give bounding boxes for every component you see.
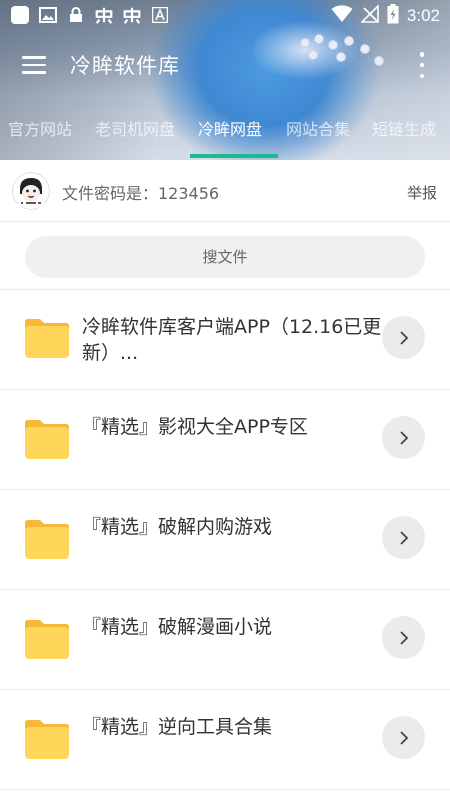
open-folder-button[interactable] — [382, 616, 425, 659]
avatar — [12, 172, 50, 210]
open-folder-button[interactable] — [382, 416, 425, 459]
list-item[interactable]: 『精选』破解漫画小说 — [0, 590, 450, 690]
toolbar: 冷眸软件库 — [0, 30, 450, 100]
lock-icon — [66, 5, 86, 25]
file-name: 冷眸软件库客户端APP（12.16已更新）... — [82, 316, 382, 364]
list-item[interactable]: 『精选』逆向工具合集 — [0, 690, 450, 790]
search-input[interactable]: 搜文件 — [25, 236, 425, 278]
no-signal-icon — [359, 4, 379, 27]
tab-website-collection[interactable]: 网站合集 — [286, 118, 350, 154]
chevron-right-icon — [399, 430, 408, 445]
tab-bar: 官方网站 老司机网盘 冷眸网盘 网站合集 短链生成 — [0, 112, 450, 160]
font-icon — [150, 5, 170, 25]
list-item[interactable]: 『精选』影视大全APP专区 — [0, 390, 450, 490]
file-name: 『精选』破解内购游戏 — [82, 516, 273, 538]
folder-icon — [25, 520, 69, 559]
wifi-icon — [331, 5, 353, 27]
tab-lengmou-netdisk[interactable]: 冷眸网盘 — [198, 118, 262, 154]
clock-time: 3:02 — [406, 6, 440, 25]
open-folder-button[interactable] — [382, 316, 425, 359]
folder-icon — [25, 420, 69, 459]
search-section: 搜文件 — [0, 222, 450, 290]
folder-icon — [25, 620, 69, 659]
app-icon — [10, 5, 30, 25]
open-folder-button[interactable] — [382, 516, 425, 559]
file-name: 『精选』影视大全APP专区 — [82, 416, 308, 438]
chevron-right-icon — [399, 330, 408, 345]
report-button[interactable]: 举报 — [407, 182, 437, 203]
file-password-text: 文件密码是：123456 — [62, 184, 220, 203]
file-list: 冷眸软件库客户端APP（12.16已更新）... 『精选』影视大全APP专区 『… — [0, 290, 450, 790]
tab-indicator — [190, 154, 278, 158]
chevron-right-icon — [399, 630, 408, 645]
folder-icon — [25, 720, 69, 759]
file-name: 『精选』破解漫画小说 — [82, 616, 273, 638]
menu-icon[interactable] — [18, 49, 50, 81]
app-title: 冷眸软件库 — [70, 54, 180, 78]
open-folder-button[interactable] — [382, 716, 425, 759]
tab-official-website[interactable]: 官方网站 — [8, 118, 72, 154]
image-icon — [38, 5, 58, 25]
tab-short-link[interactable]: 短链生成 — [372, 118, 436, 154]
status-bar: 3:02 — [0, 0, 450, 30]
notification-icon — [94, 5, 114, 25]
chevron-right-icon — [399, 530, 408, 545]
more-options-icon[interactable] — [416, 52, 428, 78]
chevron-right-icon — [399, 730, 408, 745]
folder-icon — [25, 319, 69, 358]
tab-driver-netdisk[interactable]: 老司机网盘 — [95, 118, 175, 154]
notification-icon — [122, 5, 142, 25]
file-name: 『精选』逆向工具合集 — [82, 716, 273, 738]
battery-charging-icon — [387, 4, 399, 28]
password-row: 文件密码是：123456 举报 — [0, 160, 450, 222]
list-item[interactable]: 『精选』破解内购游戏 — [0, 490, 450, 590]
list-item[interactable]: 冷眸软件库客户端APP（12.16已更新）... — [0, 290, 450, 390]
